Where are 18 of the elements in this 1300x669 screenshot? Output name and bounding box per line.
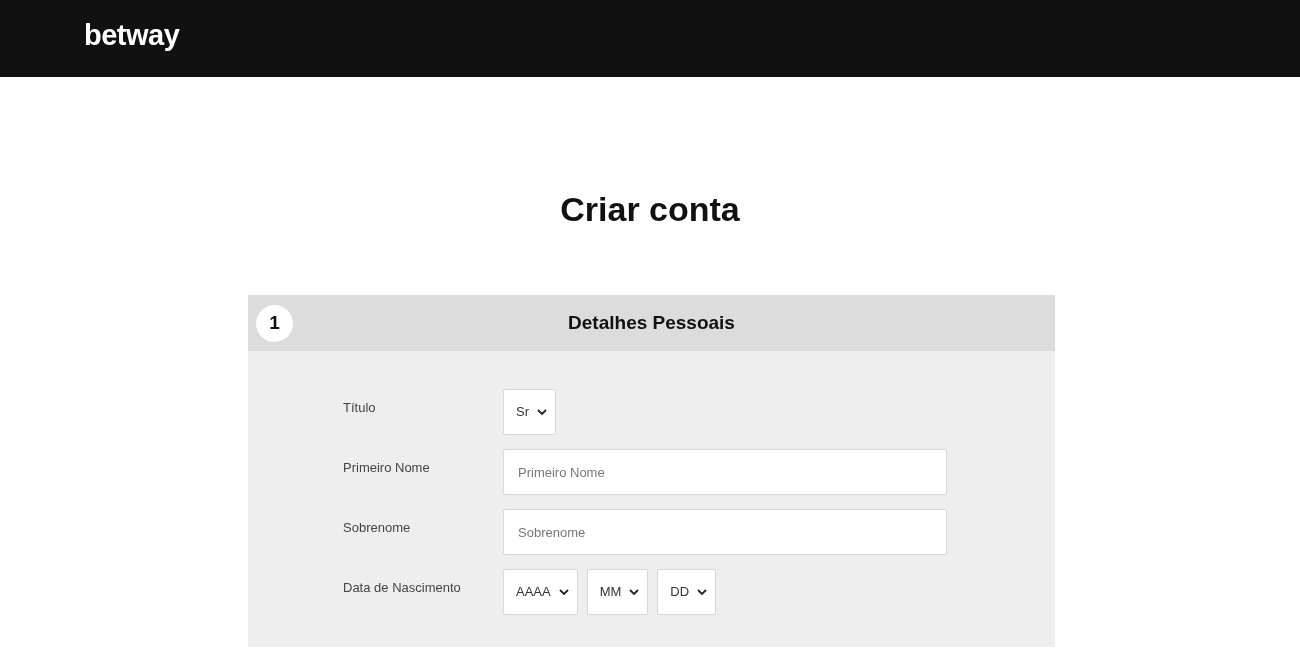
- field-label: Título: [343, 399, 377, 418]
- text-field[interactable]: Primeiro Nome: [503, 449, 947, 495]
- dropdown[interactable]: AAAA: [503, 569, 578, 615]
- dropdown[interactable]: DD: [657, 569, 717, 615]
- chevron-down-icon: [558, 588, 569, 596]
- dropdown[interactable]: Sr: [503, 389, 556, 435]
- page-title: Criar conta: [560, 189, 740, 229]
- chevron-down-icon: [629, 588, 640, 596]
- logo[interactable]: betway: [84, 13, 180, 58]
- chevron-down-icon: [537, 408, 547, 416]
- text-field[interactable]: Sobrenome: [503, 509, 947, 555]
- step-number: 1: [256, 304, 293, 342]
- chevron-down-icon: [697, 588, 708, 596]
- section-title: Detalhes Pessoais: [568, 310, 735, 335]
- field-label: Primeiro Nome: [343, 459, 431, 478]
- field-label: Sobrenome: [343, 519, 412, 538]
- dropdown[interactable]: MM: [586, 569, 649, 615]
- field-label: Data de Nascimento: [343, 579, 462, 598]
